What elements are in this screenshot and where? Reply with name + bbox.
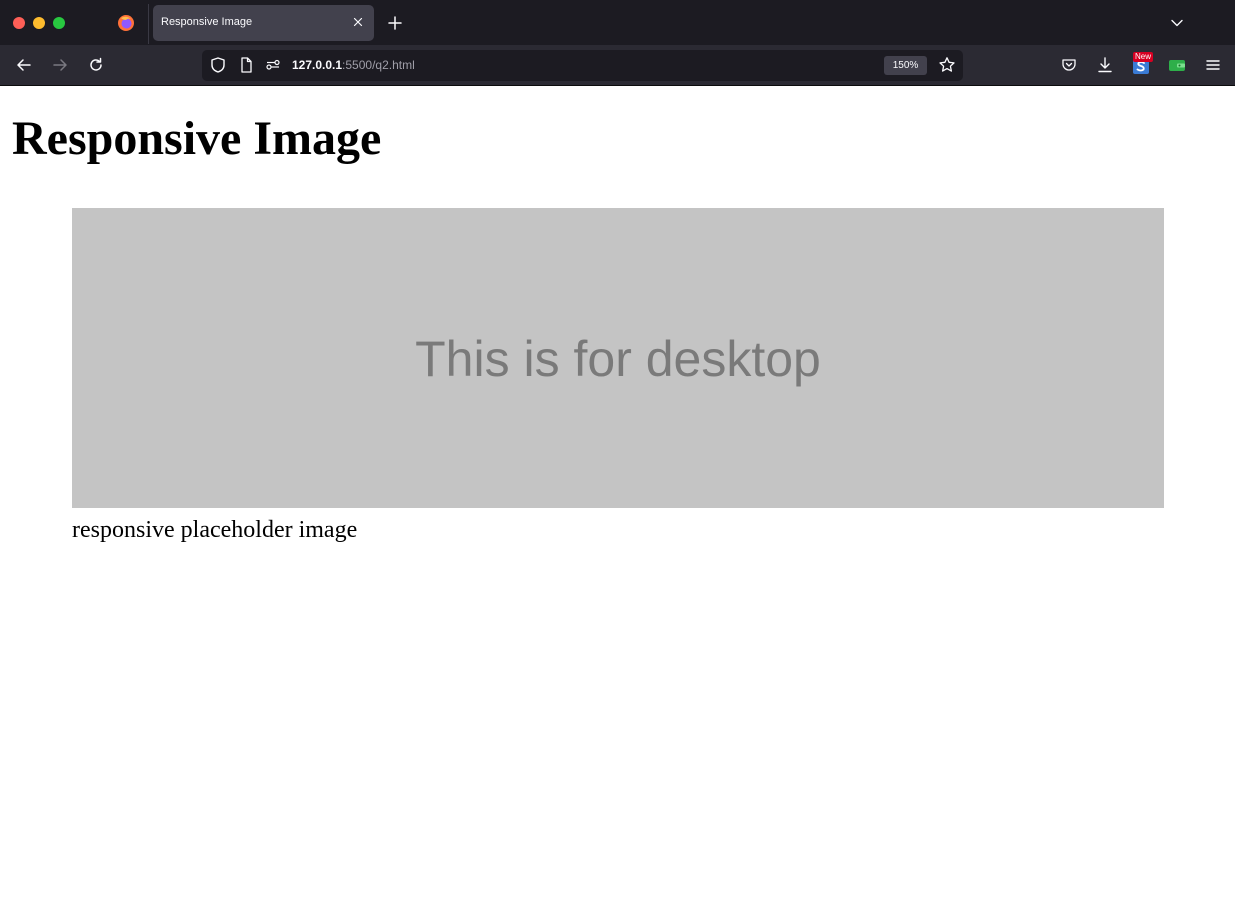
menu-icon[interactable]: [1204, 56, 1222, 74]
chevron-down-icon[interactable]: [1168, 14, 1186, 32]
permissions-icon[interactable]: [264, 56, 282, 74]
nav-toolbar: 127.0.0.1:5500/q2.html 150% New: [0, 45, 1235, 86]
bookmark-star-icon[interactable]: [938, 56, 956, 74]
pocket-icon[interactable]: [1060, 56, 1078, 74]
new-badge: New: [1133, 52, 1154, 62]
tab-strip-divider: [148, 4, 149, 44]
close-tab-icon[interactable]: [350, 14, 366, 30]
shield-icon[interactable]: [209, 56, 227, 74]
firefox-icon[interactable]: [117, 14, 135, 32]
new-tab-icon[interactable]: [386, 14, 404, 32]
window-close-button[interactable]: [13, 17, 25, 29]
url-host: 127.0.0.1: [292, 58, 343, 72]
url-bar[interactable]: 127.0.0.1:5500/q2.html 150%: [202, 50, 963, 81]
zoom-level-button[interactable]: 150%: [884, 56, 927, 75]
tab-strip: Responsive Image: [0, 0, 1235, 45]
placeholder-image: This is for desktop: [72, 208, 1164, 508]
forward-icon[interactable]: [51, 56, 69, 74]
page-content: Responsive Image This is for desktop res…: [0, 86, 1235, 914]
page-icon[interactable]: [237, 56, 255, 74]
placeholder-image-text: This is for desktop: [415, 331, 821, 387]
url-text[interactable]: 127.0.0.1:5500/q2.html: [292, 58, 415, 72]
window-maximize-button[interactable]: [53, 17, 65, 29]
tab-title: Responsive Image: [161, 16, 253, 28]
tab-responsive-image[interactable]: Responsive Image: [153, 5, 374, 41]
page-title: Responsive Image: [12, 112, 382, 165]
image-caption: responsive placeholder image: [72, 517, 358, 543]
reload-icon[interactable]: [87, 56, 105, 74]
extension-wallet-icon[interactable]: [1168, 56, 1186, 74]
window-minimize-button[interactable]: [33, 17, 45, 29]
url-path: :5500/q2.html: [342, 58, 415, 72]
download-icon[interactable]: [1096, 56, 1114, 74]
back-icon[interactable]: [15, 56, 33, 74]
